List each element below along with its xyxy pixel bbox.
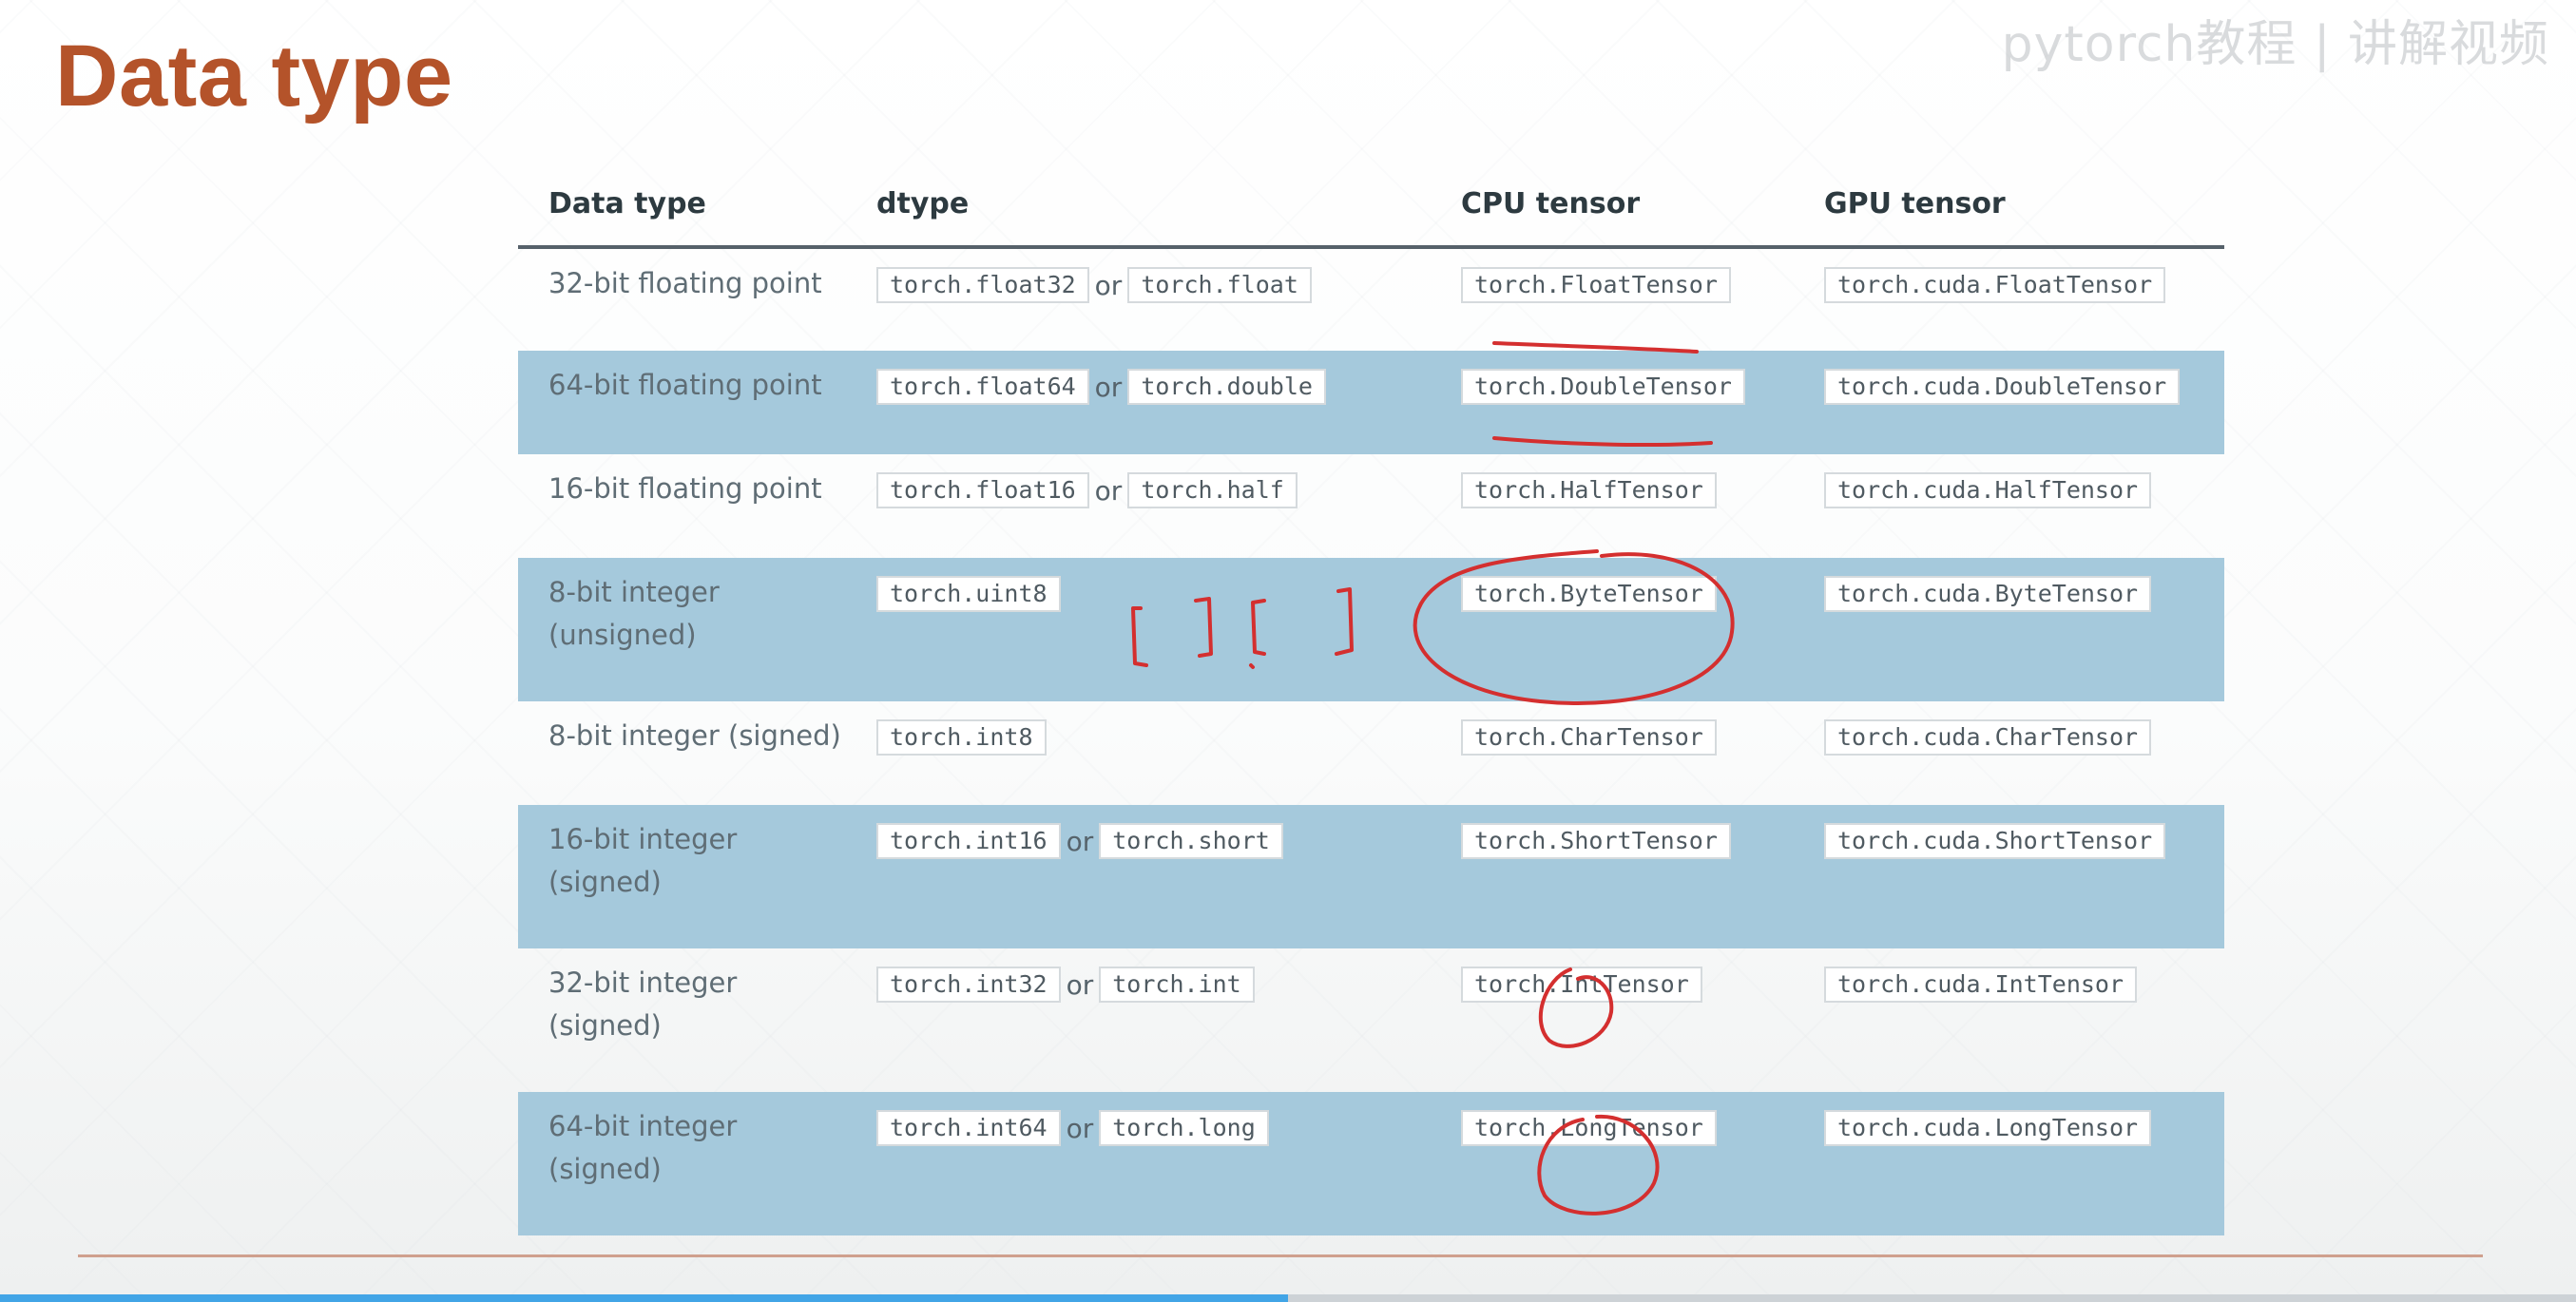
table-row: 32-bit floating point torch.float32 or tor… <box>518 247 2224 351</box>
dtype-cell: torch.float64 or torch.double <box>846 351 1431 454</box>
data-type-cell: 16-bit floating point <box>548 472 822 505</box>
gpu-tensor-cell: torch.cuda.ByteTensor <box>1794 558 2224 701</box>
dtype-table: Data type dtype CPU tensor GPU tensor 32… <box>518 162 2224 1235</box>
or-text: or <box>1066 968 1094 1001</box>
dtype-alias-code: torch.short <box>1099 823 1283 859</box>
table-row: 8-bit integer (unsigned) torch.uint8 tor… <box>518 558 2224 701</box>
cpu-tensor-cell: torch.CharTensor <box>1431 701 1794 805</box>
cpu-tensor-cell: torch.HalfTensor <box>1431 454 1794 558</box>
data-type-cell: 8-bit integer (signed) <box>548 719 841 752</box>
cpu-tensor-code: torch.DoubleTensor <box>1461 369 1745 405</box>
dtype-cell: torch.uint8 <box>846 558 1431 701</box>
gpu-tensor-code: torch.cuda.IntTensor <box>1824 967 2138 1003</box>
dtype-alias-code: torch.int <box>1099 967 1255 1003</box>
dtype-alias-code: torch.long <box>1099 1110 1269 1146</box>
cpu-tensor-cell: torch.ShortTensor <box>1431 805 1794 948</box>
table-header-row: Data type dtype CPU tensor GPU tensor <box>518 162 2224 249</box>
dtype-alias-code: torch.half <box>1127 472 1298 508</box>
cpu-tensor-cell: torch.IntTensor <box>1431 948 1794 1092</box>
cpu-tensor-code: torch.ByteTensor <box>1461 576 1717 612</box>
cpu-tensor-code: torch.LongTensor <box>1461 1110 1717 1146</box>
dtype-alias-code: torch.float <box>1127 267 1312 303</box>
gpu-tensor-cell: torch.cuda.IntTensor <box>1794 948 2224 1092</box>
or-text: or <box>1094 474 1123 507</box>
cpu-tensor-code: torch.HalfTensor <box>1461 472 1717 508</box>
gpu-tensor-cell: torch.cuda.DoubleTensor <box>1794 351 2224 454</box>
or-text: or <box>1094 269 1123 301</box>
table-row: 16-bit integer (signed) torch.int16 or tor… <box>518 805 2224 948</box>
gpu-tensor-code: torch.cuda.DoubleTensor <box>1824 369 2181 405</box>
gpu-tensor-cell: torch.cuda.LongTensor <box>1794 1092 2224 1235</box>
data-type-cell: 64-bit integer (signed) <box>548 1110 738 1185</box>
gpu-tensor-cell: torch.cuda.CharTensor <box>1794 701 2224 805</box>
bottom-divider <box>78 1254 2483 1257</box>
dtype-cell: torch.int16 or torch.short <box>846 805 1431 948</box>
dtype-cell: torch.int8 <box>846 701 1431 805</box>
video-progress-fill <box>0 1294 1288 1302</box>
dtype-code: torch.int16 <box>876 823 1061 859</box>
dtype-code: torch.int64 <box>876 1110 1061 1146</box>
column-header-dtype: dtype <box>846 162 1431 249</box>
data-type-cell: 32-bit floating point <box>548 267 822 299</box>
dtype-code: torch.float64 <box>876 369 1089 405</box>
gpu-tensor-code: torch.cuda.ShortTensor <box>1824 823 2166 859</box>
column-header-cpu-tensor: CPU tensor <box>1431 162 1794 249</box>
cpu-tensor-cell: torch.DoubleTensor <box>1431 351 1794 454</box>
table-body: 32-bit floating point torch.float32 or tor… <box>518 247 2224 1235</box>
video-progress-bar[interactable] <box>0 1294 2576 1302</box>
dtype-code: torch.int32 <box>876 967 1061 1003</box>
gpu-tensor-code: torch.cuda.LongTensor <box>1824 1110 2152 1146</box>
gpu-tensor-code: torch.cuda.ByteTensor <box>1824 576 2152 612</box>
dtype-cell: torch.int32 or torch.int <box>846 948 1431 1092</box>
gpu-tensor-cell: torch.cuda.FloatTensor <box>1794 247 2224 351</box>
or-text: or <box>1066 825 1094 857</box>
data-type-cell: 64-bit floating point <box>548 369 822 401</box>
dtype-code: torch.uint8 <box>876 576 1061 612</box>
table-row: 32-bit integer (signed) torch.int32 or tor… <box>518 948 2224 1092</box>
dtype-cell: torch.int64 or torch.long <box>846 1092 1431 1235</box>
cpu-tensor-code: torch.IntTensor <box>1461 967 1702 1003</box>
table-row: 64-bit integer (signed) torch.int64 or tor… <box>518 1092 2224 1235</box>
cpu-tensor-code: torch.ShortTensor <box>1461 823 1731 859</box>
table-row: 8-bit integer (signed) torch.int8 torch.… <box>518 701 2224 805</box>
cpu-tensor-code: torch.CharTensor <box>1461 719 1717 756</box>
gpu-tensor-code: torch.cuda.FloatTensor <box>1824 267 2166 303</box>
data-type-cell: 16-bit integer (signed) <box>548 823 738 898</box>
gpu-tensor-code: torch.cuda.HalfTensor <box>1824 472 2152 508</box>
or-text: or <box>1094 371 1123 403</box>
gpu-tensor-cell: torch.cuda.HalfTensor <box>1794 454 2224 558</box>
dtype-table-container: Data type dtype CPU tensor GPU tensor 32… <box>518 162 2224 1235</box>
video-watermark: pytorch教程 | 讲解视频 <box>2001 16 2549 73</box>
dtype-code: torch.float16 <box>876 472 1089 508</box>
cpu-tensor-cell: torch.FloatTensor <box>1431 247 1794 351</box>
dtype-code: torch.float32 <box>876 267 1089 303</box>
slide-title: Data type <box>55 28 453 124</box>
dtype-code: torch.int8 <box>876 719 1047 756</box>
table-row: 64-bit floating point torch.float64 or tor… <box>518 351 2224 454</box>
cpu-tensor-cell: torch.ByteTensor <box>1431 558 1794 701</box>
column-header-gpu-tensor: GPU tensor <box>1794 162 2224 249</box>
dtype-cell: torch.float16 or torch.half <box>846 454 1431 558</box>
data-type-cell: 32-bit integer (signed) <box>548 967 738 1042</box>
dtype-cell: torch.float32 or torch.float <box>846 247 1431 351</box>
column-header-data-type: Data type <box>518 162 846 249</box>
gpu-tensor-code: torch.cuda.CharTensor <box>1824 719 2152 756</box>
table-row: 16-bit floating point torch.float16 or tor… <box>518 454 2224 558</box>
cpu-tensor-code: torch.FloatTensor <box>1461 267 1731 303</box>
data-type-cell: 8-bit integer (unsigned) <box>548 576 720 651</box>
or-text: or <box>1066 1112 1094 1144</box>
dtype-alias-code: torch.double <box>1127 369 1326 405</box>
cpu-tensor-cell: torch.LongTensor <box>1431 1092 1794 1235</box>
table-header: Data type dtype CPU tensor GPU tensor <box>518 162 2224 249</box>
gpu-tensor-cell: torch.cuda.ShortTensor <box>1794 805 2224 948</box>
